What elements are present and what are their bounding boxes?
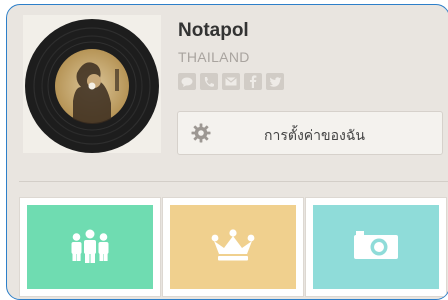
camera-icon (353, 229, 399, 266)
tile-camera[interactable] (305, 197, 447, 297)
mail-icon[interactable] (222, 73, 240, 90)
profile-name: Notapol (178, 20, 249, 41)
chat-icon[interactable] (178, 73, 196, 90)
social-links (178, 73, 284, 90)
divider (19, 181, 448, 182)
my-settings-button[interactable]: การตั้งค่าของฉัน (177, 111, 443, 155)
profile-avatar[interactable] (23, 15, 161, 153)
facebook-icon[interactable] (244, 73, 262, 90)
profile-country: THAILAND (178, 49, 250, 65)
tile-friends-bg (27, 205, 153, 289)
my-settings-label: การตั้งค่าของฉัน (264, 127, 365, 143)
profile-card: Notapol THAILAND การตั้งค่าของฉัน (6, 4, 448, 300)
twitter-icon[interactable] (266, 73, 284, 90)
phone-icon[interactable] (200, 73, 218, 90)
crown-icon (211, 229, 255, 266)
tile-friends[interactable] (19, 197, 161, 297)
gear-icon (191, 123, 211, 148)
friends-icon (70, 229, 110, 268)
tile-camera-bg (313, 205, 439, 289)
tile-crown[interactable] (162, 197, 304, 297)
tile-crown-bg (170, 205, 296, 289)
